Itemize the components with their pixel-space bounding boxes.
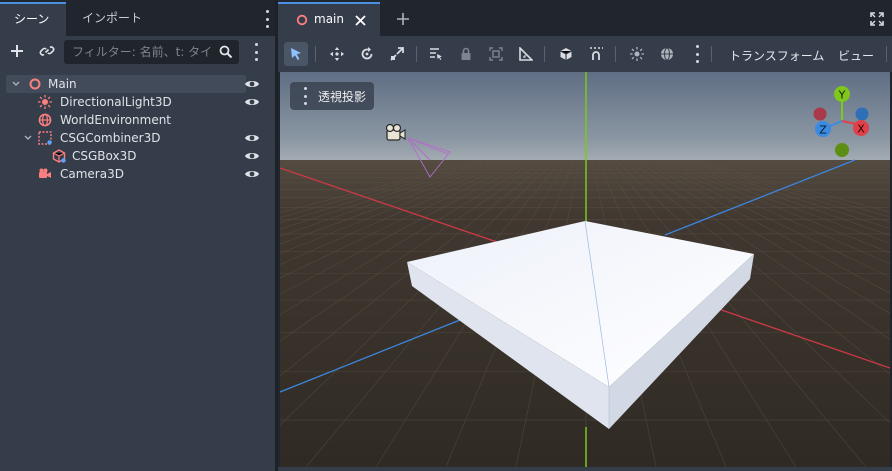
search-icon	[219, 45, 233, 59]
toolbar-divider	[886, 46, 887, 62]
node3d-icon	[296, 14, 308, 26]
gizmo-z-label: Z	[819, 124, 827, 137]
group-button[interactable]	[484, 42, 508, 66]
tree-item-label: Camera3D	[60, 167, 124, 181]
perspective-menu-button[interactable]: 透視投影	[290, 82, 374, 110]
chevron-down-icon[interactable]	[24, 134, 32, 142]
viewport-options-icon[interactable]	[694, 45, 700, 63]
tree-item-camera3d[interactable]: Camera3D	[0, 165, 275, 183]
perspective-label: 透視投影	[318, 90, 367, 104]
eye-icon[interactable]	[244, 95, 260, 109]
scene-tab-label: main	[314, 12, 344, 26]
world-environment-icon	[38, 113, 52, 127]
camera-icon	[39, 168, 51, 178]
lock-icon	[461, 47, 471, 60]
move-mode-button[interactable]	[325, 42, 349, 66]
scale-icon	[390, 47, 404, 61]
close-icon[interactable]	[355, 15, 366, 26]
gizmo-y-label: Y	[838, 89, 846, 102]
node-filter-input[interactable]	[72, 40, 212, 64]
eye-icon[interactable]	[244, 77, 260, 91]
rotate-mode-button[interactable]	[355, 42, 379, 66]
viewport-toolbar: トランスフォーム ビュー	[278, 36, 892, 72]
rotate-icon	[361, 47, 373, 60]
main-editor-area: main トランスフォーム ビュー Y X Z 透視投影	[278, 0, 892, 471]
ruler-icon	[519, 47, 533, 61]
snap-button[interactable]	[584, 42, 608, 66]
distraction-free-icon[interactable]	[870, 12, 884, 26]
globe-icon	[661, 47, 673, 61]
neg-z-axis-handle[interactable]	[855, 107, 869, 121]
add-node-icon[interactable]	[8, 42, 26, 60]
tree-item-label: DirectionalLight3D	[60, 95, 172, 109]
environment-preview-button[interactable]	[655, 42, 679, 66]
toolbar-divider	[416, 46, 417, 62]
scene-tab-main[interactable]: main	[278, 2, 380, 36]
csg-combiner-icon	[38, 131, 52, 145]
lock-button[interactable]	[454, 42, 478, 66]
scene-dock: シーン インポート Main	[0, 0, 275, 471]
neg-y-axis-handle[interactable]	[835, 143, 849, 157]
toolbar-divider	[315, 46, 316, 62]
view-menu[interactable]: ビュー	[838, 47, 874, 64]
cursor-icon	[291, 48, 301, 60]
eye-icon[interactable]	[244, 149, 260, 163]
csg-box-icon	[52, 149, 66, 163]
gizmo-x-label: X	[857, 123, 865, 136]
tree-item-worldenvironment[interactable]: WorldEnvironment	[0, 111, 275, 129]
dock-menu-icon[interactable]	[264, 10, 270, 28]
cube-icon	[560, 48, 572, 60]
transform-menu[interactable]: トランスフォーム	[729, 47, 824, 64]
tree-item-label: WorldEnvironment	[60, 113, 172, 127]
instance-scene-link-icon[interactable]	[38, 42, 56, 60]
node-filter-box	[64, 40, 239, 64]
tree-item-label: Main	[48, 77, 77, 91]
kebab-icon	[302, 87, 308, 105]
tree-item-label: CSGBox3D	[72, 149, 137, 163]
sun-preview-button[interactable]	[625, 42, 649, 66]
3d-viewport[interactable]: Y X Z 透視投影	[280, 72, 890, 467]
add-tab-icon[interactable]	[396, 12, 410, 26]
list-select-button[interactable]	[424, 42, 448, 66]
scene-options-menu-icon[interactable]	[253, 43, 259, 61]
viewport-bottom-border	[278, 467, 892, 471]
scale-mode-button[interactable]	[385, 42, 409, 66]
3d-scene-render: Y X Z	[280, 72, 890, 467]
dock-tab-bar: シーン インポート	[0, 0, 275, 36]
tab-scene[interactable]: シーン	[0, 2, 66, 36]
tab-import[interactable]: インポート	[68, 2, 156, 36]
group-icon	[489, 47, 503, 61]
scene-tree: Main DirectionalLight3D WorldEnvironment…	[0, 75, 275, 183]
snap-icon	[590, 47, 603, 60]
tree-item-label: CSGCombiner3D	[60, 131, 161, 145]
godot-editor-window: シーン インポート Main	[0, 0, 892, 471]
node3d-icon	[29, 78, 41, 90]
mesh-button[interactable]	[554, 42, 578, 66]
tree-item-csgbox3d[interactable]: CSGBox3D	[0, 147, 275, 165]
list-select-icon	[430, 48, 442, 60]
tree-item-csgcombiner3d[interactable]: CSGCombiner3D	[0, 129, 275, 147]
toolbar-divider	[615, 46, 616, 62]
eye-icon[interactable]	[244, 131, 260, 145]
move-icon	[330, 47, 344, 61]
directional-light-icon	[38, 95, 52, 109]
chevron-down-icon[interactable]	[12, 80, 20, 88]
toolbar-divider	[711, 46, 712, 62]
neg-x-axis-handle[interactable]	[813, 107, 827, 121]
select-mode-button[interactable]	[284, 42, 308, 66]
ruler-button[interactable]	[514, 42, 538, 66]
tree-item-directionallight3d[interactable]: DirectionalLight3D	[0, 93, 275, 111]
tree-item-main[interactable]: Main	[6, 75, 259, 93]
sun-icon	[630, 47, 644, 61]
toolbar-divider	[544, 46, 545, 62]
eye-icon[interactable]	[244, 167, 260, 181]
